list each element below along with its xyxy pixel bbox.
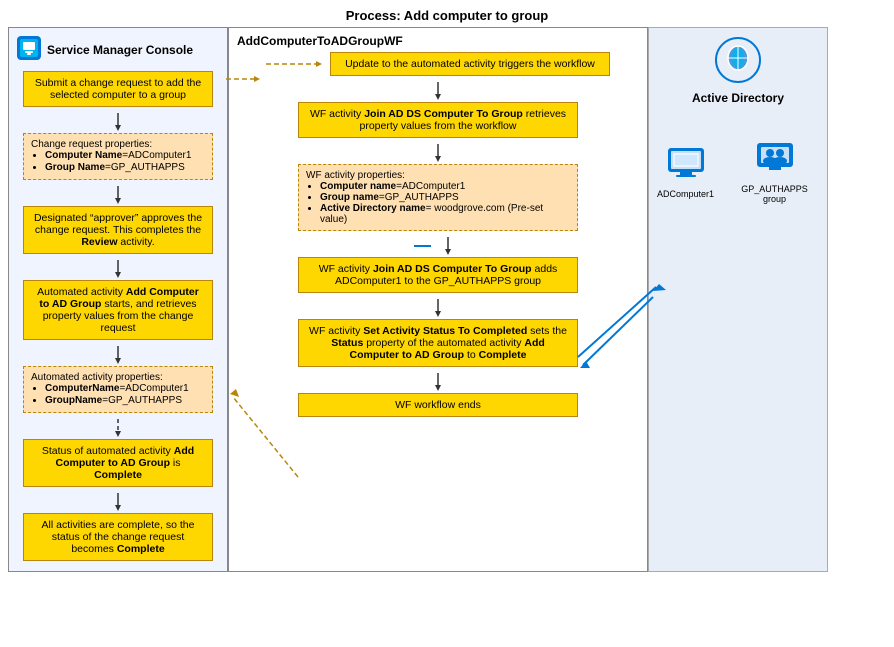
arrow-down-l5 [15, 419, 221, 437]
left-box-5: Automated activity properties: ComputerN… [23, 366, 213, 413]
left-panel-title: Service Manager Console [15, 34, 221, 65]
right-panel-title: Active Directory [692, 36, 784, 105]
ad-group-icon [753, 135, 797, 182]
arrow-down-m5 [237, 373, 639, 391]
left-box-1: Submit a change request to add the selec… [23, 71, 213, 107]
right-panel: Active Directory [648, 27, 828, 572]
left-box-2: Change request properties: Computer Name… [23, 133, 213, 180]
page-title: Process: Add computer to group [0, 0, 894, 27]
mid-box-5: WF activity Set Activity Status To Compl… [298, 319, 578, 367]
mid-box-6: WF workflow ends [298, 393, 578, 417]
sm-console-icon [15, 34, 43, 65]
mid-box-3: WF activity properties: Computer name=AD… [298, 164, 578, 231]
ad-computer-label: ADComputer1 [657, 189, 714, 199]
arrow-down-m2 [237, 144, 639, 162]
ad-icons-group: ADComputer1 [657, 135, 819, 204]
arrow-down-l1 [15, 113, 221, 131]
ad-icon-row: ADComputer1 [657, 135, 819, 204]
ad-group-item: GP_AUTHAPPS group [730, 135, 819, 204]
arrow-down-m3 [435, 237, 462, 255]
left-box-7: All activities are complete, so the stat… [23, 513, 213, 561]
ad-main-icon [692, 36, 784, 87]
arrow-down-m4 [237, 299, 639, 317]
left-box-3: Designated “approver” approves the chang… [23, 206, 213, 254]
arrow-down-l4 [15, 346, 221, 364]
middle-panel: AddComputerToADGroupWF Update to the aut… [228, 27, 648, 572]
arrow-down-l6 [15, 493, 221, 511]
ad-group-label: GP_AUTHAPPS group [730, 184, 819, 204]
arrow-down-l3 [15, 260, 221, 278]
left-box-6: Status of automated activity Add Compute… [23, 439, 213, 487]
left-box-4: Automated activity Add Computer to AD Gr… [23, 280, 213, 340]
mid-box-2: WF activity Join AD DS Computer To Group… [298, 102, 578, 138]
mid-box-4: WF activity Join AD DS Computer To Group… [298, 257, 578, 293]
mid-flow: Update to the automated activity trigger… [237, 52, 639, 421]
ad-computer-icon [664, 140, 708, 187]
left-flow: Submit a change request to add the selec… [15, 71, 221, 565]
arrow-down-m1 [237, 82, 639, 100]
ad-computer-item: ADComputer1 [657, 140, 714, 199]
mid-box-1: Update to the automated activity trigger… [330, 52, 610, 76]
left-panel: Service Manager Console Submit a change … [8, 27, 228, 572]
arrow-down-l2 [15, 186, 221, 204]
middle-panel-title: AddComputerToADGroupWF [237, 34, 639, 48]
